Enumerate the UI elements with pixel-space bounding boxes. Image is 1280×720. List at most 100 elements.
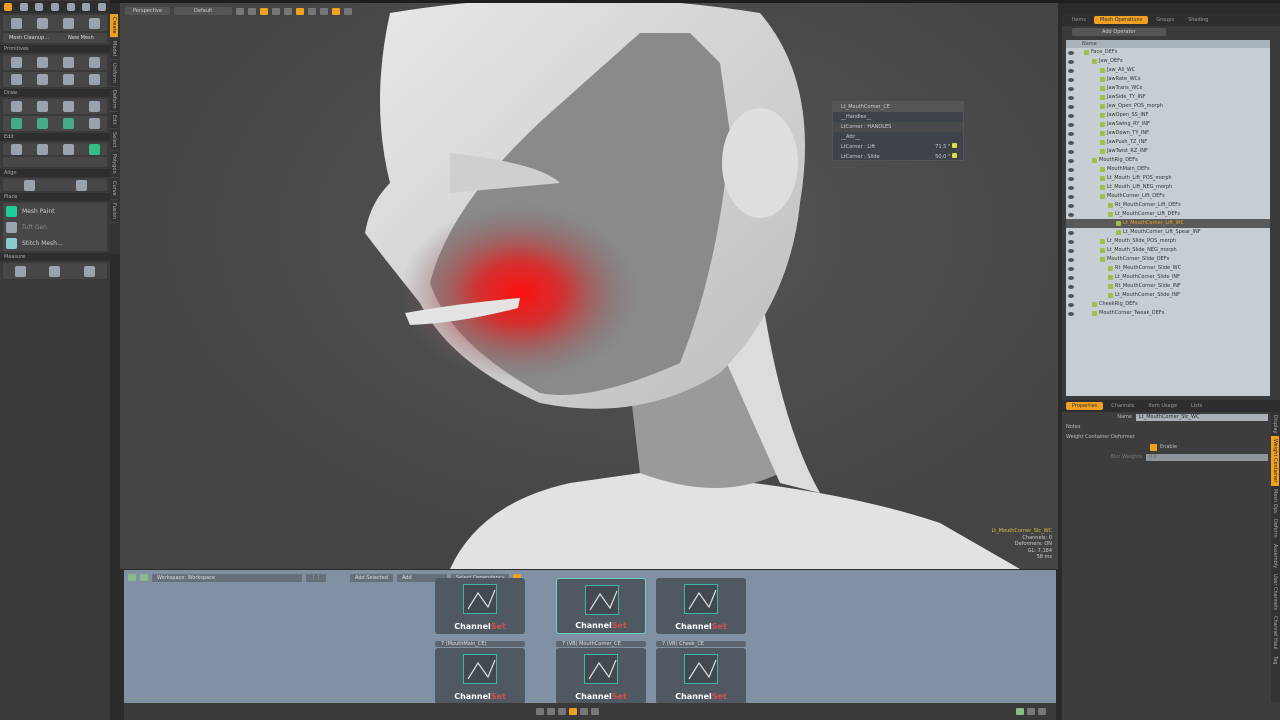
eye-icon[interactable] [1068,176,1074,181]
eye-icon[interactable] [1068,311,1074,316]
pen-icon[interactable] [10,101,22,112]
eye-icon[interactable] [1068,68,1074,73]
status-icon[interactable] [536,708,544,715]
properties-tab[interactable]: Lists [1185,402,1208,410]
name-field[interactable]: Lt_MouthCorner_Slc_WC [1136,413,1268,421]
left-tab-polygon[interactable]: Polygon [110,151,118,178]
section-place[interactable]: Place [0,193,110,201]
curve-icon[interactable] [36,118,48,129]
record-icon[interactable] [332,7,341,15]
tree-row[interactable]: Lt_Mouth_Slide_POS_morph [1066,237,1270,246]
grid-icon[interactable] [236,7,245,15]
left-tab-select[interactable]: Select [110,129,118,152]
items-tab[interactable]: Items [1066,16,1092,24]
left-tab-fusion[interactable]: Fusion [110,200,118,223]
left-tab-create[interactable]: Create [110,14,118,38]
eye-icon[interactable] [1068,293,1074,298]
mesh-paint-item[interactable]: Mesh Paint [3,203,107,219]
cone-icon[interactable] [88,57,100,68]
tree-row[interactable]: JawDown_TY_INF [1066,129,1270,138]
right-tab[interactable]: Mesh Ops [1271,486,1279,516]
status-icon[interactable] [1038,708,1046,715]
camera-icon[interactable] [284,7,293,15]
status-icon[interactable] [547,708,555,715]
add-selected-button[interactable]: Add Selected [350,573,393,582]
tree-row[interactable]: Jaw_Open_POS_morph [1066,102,1270,111]
right-tab[interactable]: Channel Haul [1271,613,1279,653]
drop-icon[interactable] [75,179,87,191]
left-tab-deform[interactable]: Deform [110,87,118,113]
key-icon[interactable] [952,143,957,148]
properties-tab[interactable]: Channels [1105,402,1140,410]
channel-set-node[interactable]: ChannelSet [656,578,746,634]
status-icon[interactable] [580,708,588,715]
mode-icon[interactable] [19,3,28,11]
eye-icon[interactable] [1068,113,1074,118]
eye-icon[interactable] [1068,50,1074,55]
eye-icon[interactable] [1068,185,1074,190]
cube-icon[interactable] [10,57,22,68]
channel-set-node[interactable]: ChannelSet [556,578,646,634]
tree-row[interactable]: Rt_MouthCorner_Lift_DEFs [1066,201,1270,210]
tree-row[interactable]: CheekRig_DEFs [1066,300,1270,309]
tool-icon[interactable] [10,17,22,29]
tree-row[interactable]: Lt_Mouth_Lift_NEG_morph [1066,183,1270,192]
tree-row[interactable]: Lt_MouthCorner_Lift_DEFs [1066,210,1270,219]
tool-icon[interactable] [36,17,48,29]
eye-icon[interactable] [1068,131,1074,136]
add-operator-dropdown[interactable]: Add Operator [1072,28,1166,36]
eye-icon[interactable] [1068,239,1074,244]
enable-checkbox[interactable] [1150,443,1157,451]
name-column-header[interactable]: Name [1066,40,1270,48]
tree-row[interactable]: Rt_MouthCorner_Slide_INF [1066,282,1270,291]
tree-row[interactable]: JawTwist_RZ_INF [1066,147,1270,156]
layout-icon[interactable]: ⋮⋮ [306,573,326,582]
mode-icon[interactable] [3,3,12,11]
wire-icon[interactable] [248,7,257,15]
channel-set-node[interactable]: 7 (VB) Cheek_CE ChannelSet [656,641,746,704]
channel-value[interactable]: 50.0 ° [935,154,950,160]
pin-icon[interactable] [62,143,74,155]
eye-icon[interactable] [1068,266,1074,271]
protractor-icon[interactable] [49,265,61,277]
gauge-icon[interactable] [84,265,96,277]
eye-icon[interactable] [1068,158,1074,163]
tree-row[interactable]: MouthCorner_Tweak_DEFs [1066,309,1270,318]
section-draw[interactable]: Draw [0,89,110,97]
light-icon[interactable] [272,7,281,15]
text-icon[interactable] [88,74,100,85]
visibility-icon[interactable] [296,7,305,15]
eye-icon[interactable] [1068,275,1074,280]
eye-icon[interactable] [1068,212,1074,217]
sphere-icon[interactable] [36,57,48,68]
right-tab[interactable]: Assembly [1271,541,1279,571]
mode-icon[interactable] [98,3,107,11]
right-tab[interactable]: Display [1271,412,1279,436]
properties-tab[interactable]: Item Usage [1142,402,1183,410]
status-icon[interactable] [569,708,577,715]
key-icon[interactable] [952,153,957,158]
overlay-channel-slide[interactable]: LtCorner : Slide 50.0 ° [833,152,963,162]
schematic-icon[interactable] [128,574,136,581]
channel-set-node[interactable]: 7 (MouthMain_CE) ChannelSet [435,641,525,704]
eye-icon[interactable] [1068,77,1074,82]
tree-row[interactable]: Lt_MouthCorner_Slide_INF [1066,273,1270,282]
tool-icon[interactable] [62,17,74,29]
brush-icon[interactable] [88,118,100,129]
tree-row[interactable]: Jaw_DEFs [1066,57,1270,66]
tree-row[interactable]: Lt_MouthCorner_Lift_WC [1066,219,1270,228]
eye-icon[interactable] [1068,230,1074,235]
curve-icon[interactable] [62,118,74,129]
section-align[interactable]: Align [0,169,110,177]
channel-set-node[interactable]: 7 (VB) MouthCorner_CE ChannelSet [556,641,646,704]
fullscreen-icon[interactable] [344,7,353,15]
left-tab-edit[interactable]: Edit [110,112,118,129]
3d-viewport[interactable] [120,0,1058,569]
items-tab[interactable]: Shading [1182,16,1214,24]
tool-icon[interactable] [88,17,100,29]
tree-row[interactable]: MouthCorner_Lift_DEFs [1066,192,1270,201]
sketch-icon[interactable] [62,101,74,112]
scissors-icon[interactable] [10,143,22,155]
channel-value[interactable]: 71.5 ° [935,144,950,150]
tree-row[interactable]: Lt_Mouth_Slide_NEG_morph [1066,246,1270,255]
